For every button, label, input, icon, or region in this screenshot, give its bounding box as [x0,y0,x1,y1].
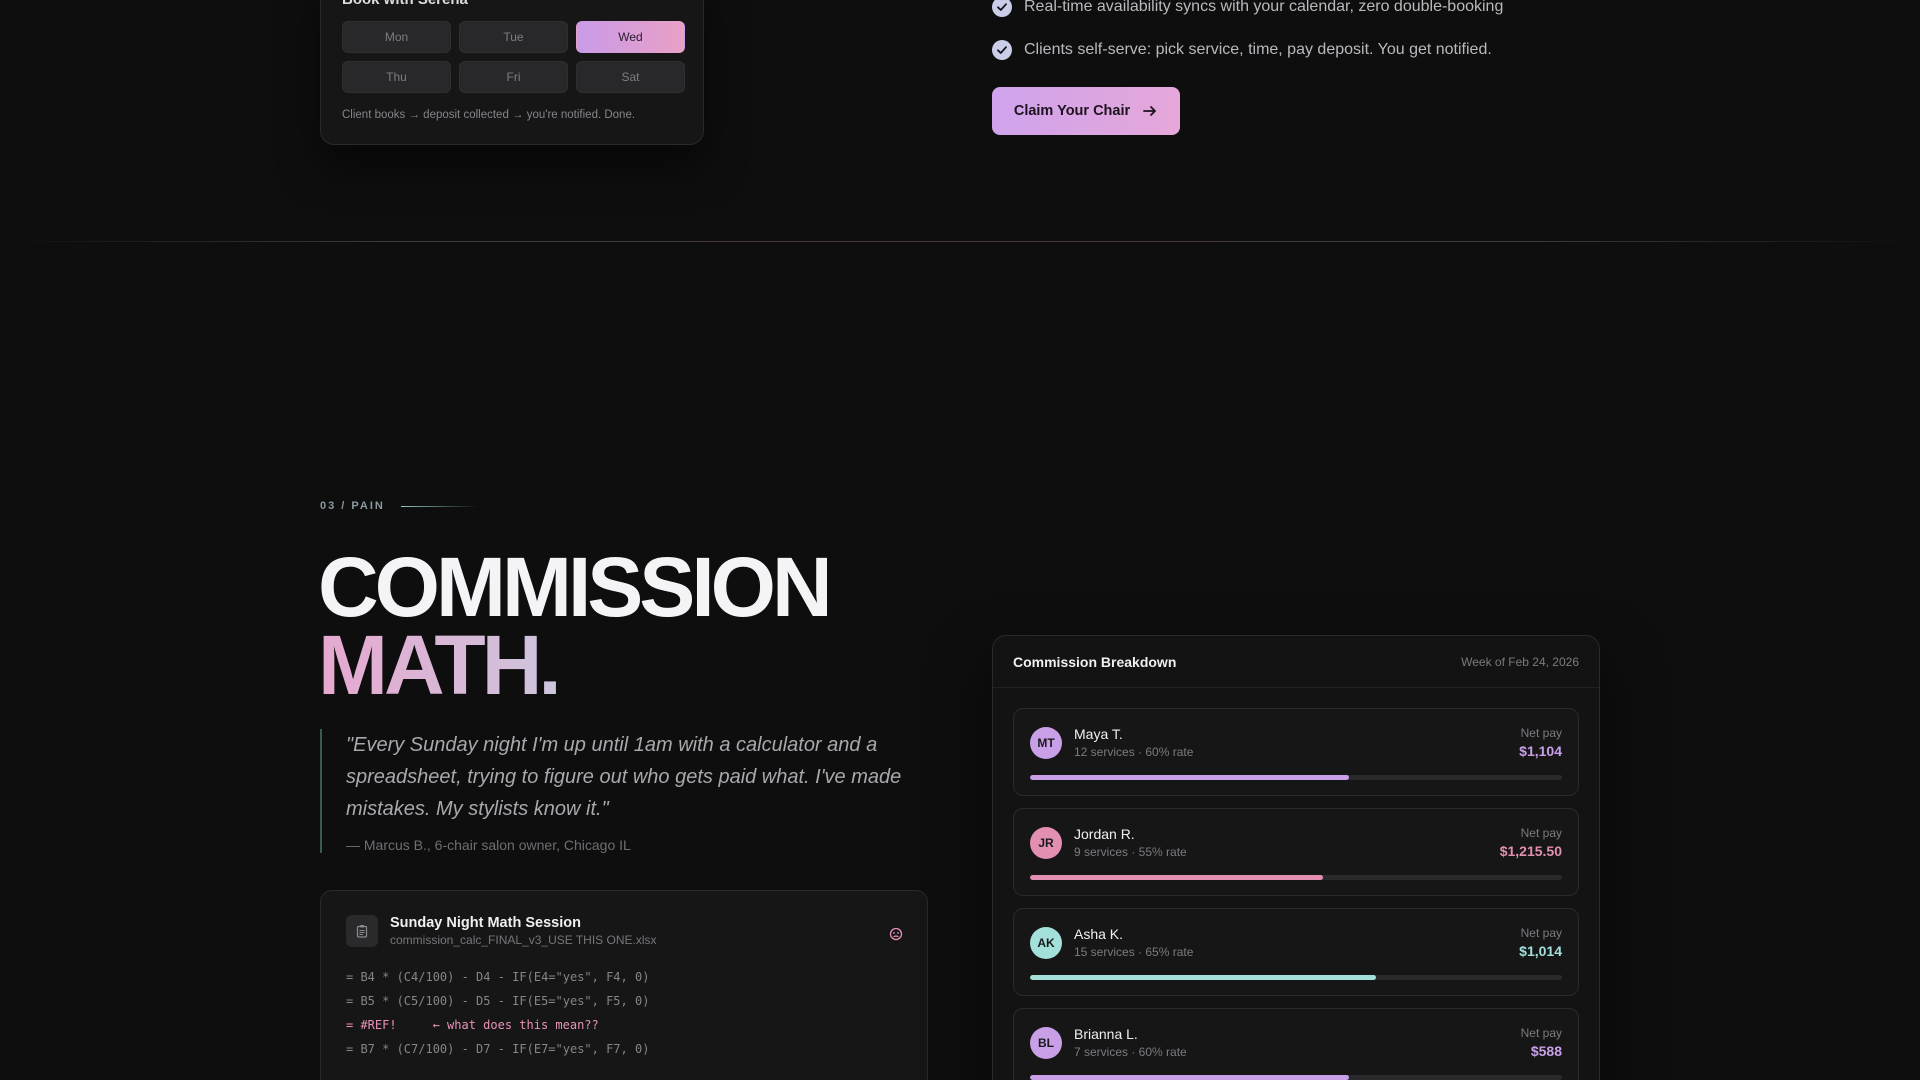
stylist-row[interactable]: AK Asha K. 15 services · 65% rate Net pay $1… [1013,908,1579,996]
progress-bar [1030,875,1562,880]
day-button-sat[interactable]: Sat [576,61,685,93]
progress-bar [1030,975,1562,980]
panel-header: Commission Breakdown Week of Feb 24, 202… [993,636,1599,688]
stylist-row[interactable]: MT Maya T. 12 services · 60% rate Net pay $1… [1013,708,1579,796]
spreadsheet-card: Sunday Night Math Session commission_cal… [320,890,928,1080]
headline-line-2: MATH. [318,623,829,707]
feature-item: Real-time availability syncs with your c… [992,0,1503,18]
day-picker: Mon Tue Wed Thu Fri Sat [342,21,685,93]
section-label-text: 03 / PAIN [320,500,385,512]
stylist-name: Maya T. [1074,726,1123,742]
day-button-thu[interactable]: Thu [342,61,451,93]
progress-bar-fill [1030,775,1350,780]
quote-text: "Every Sunday night I'm up until 1am wit… [346,734,902,820]
progress-bar [1030,1075,1562,1080]
progress-bar-fill [1030,875,1323,880]
booking-title: Book with Serena [342,0,682,11]
day-button-mon[interactable]: Mon [342,21,451,53]
arrow-right-icon [1143,106,1157,116]
stylist-name: Asha K. [1074,926,1124,942]
sheet-title: Sunday Night Math Session [390,915,581,931]
avatar: AK [1030,926,1062,959]
quote-author: — Marcus B., 6-chair salon owner, Chicag… [346,837,631,853]
day-button-wed[interactable]: Wed [576,21,685,53]
progress-bar-fill [1030,1075,1350,1080]
panel-week: Week of Feb 24, 2026 [1461,654,1579,669]
formula-error-text: = #REF! [346,1018,397,1032]
net-pay-label: Net pay [1520,1026,1562,1040]
stylist-name: Brianna L. [1074,1026,1138,1042]
page-headline: COMMISSION MATH. [318,540,833,707]
stylist-row[interactable]: JR Jordan R. 9 services · 55% rate Net pay $… [1013,808,1579,896]
panel-title: Commission Breakdown [1013,653,1177,670]
formula-line-error: = #REF! ← what does this mean?? [346,1013,902,1037]
stylist-meta: 9 services · 55% rate [1074,845,1187,859]
avatar: BL [1030,1026,1062,1059]
commission-panel: Commission Breakdown Week of Feb 24, 202… [992,635,1600,1080]
sheet-filename: commission_calc_FINAL_v3_USE THIS ONE.xl… [390,933,657,947]
formula-line: = B7 * (C7/100) - D7 - IF(E7="yes", F7, … [346,1042,650,1056]
avatar: MT [1030,726,1062,759]
headline-line-1: COMMISSION [318,540,833,634]
check-icon [992,40,1012,60]
sheet-header: Sunday Night Math Session commission_cal… [346,915,902,947]
feature-list: Real-time availability syncs with your c… [992,0,1503,82]
stylist-name: Jordan R. [1074,826,1135,842]
cta-label: Claim Your Chair [1013,103,1131,119]
claim-chair-button[interactable]: Claim Your Chair [992,87,1180,135]
formula-list: = B4 * (C4/100) - D4 - IF(E4="yes", F4, … [346,965,902,1061]
clipboard-icon [346,915,378,947]
feature-text: Real-time availability syncs with your c… [1024,0,1504,15]
net-pay-value: $1,014 [1519,943,1562,959]
stylist-meta: 12 services · 60% rate [1074,745,1194,759]
booking-card: Book with Serena Mon Tue Wed Thu Fri Sat… [320,0,704,145]
section-label: 03 / PAIN [320,500,477,512]
check-icon [992,0,1012,17]
stylist-meta: 15 services · 65% rate [1074,945,1194,959]
booking-note: Client books → deposit collected → you'r… [342,109,636,121]
section-divider [0,241,1920,242]
formula-line: = B4 * (C4/100) - D4 - IF(E4="yes", F4, … [346,970,650,984]
alert-face-icon [889,927,903,941]
day-button-fri[interactable]: Fri [459,61,568,93]
net-pay-value: $1,215.50 [1499,843,1562,859]
net-pay-label: Net pay [1520,826,1562,840]
avatar: JR [1030,826,1062,859]
feature-text: Clients self-serve: pick service, time, … [1024,41,1492,58]
feature-item: Clients self-serve: pick service, time, … [992,39,1503,61]
stylist-row[interactable]: BL Brianna L. 7 services · 60% rate Net pay… [1013,1008,1579,1080]
stylist-meta: 7 services · 60% rate [1074,1045,1187,1059]
net-pay-value: $1,104 [1519,743,1562,759]
net-pay-label: Net pay [1520,926,1562,940]
formula-error-note: ← what does this mean?? [432,1018,599,1032]
section-label-line [400,505,477,507]
stylist-list: MT Maya T. 12 services · 60% rate Net pay $1… [993,688,1599,1080]
progress-bar [1030,775,1562,780]
day-button-tue[interactable]: Tue [459,21,568,53]
net-pay-value: $588 [1530,1043,1562,1059]
progress-bar-fill [1030,975,1376,980]
formula-line: = B5 * (C5/100) - D5 - IF(E5="yes", F5, … [346,994,650,1008]
testimonial-quote: "Every Sunday night I'm up until 1am wit… [320,729,920,853]
net-pay-label: Net pay [1520,726,1562,740]
